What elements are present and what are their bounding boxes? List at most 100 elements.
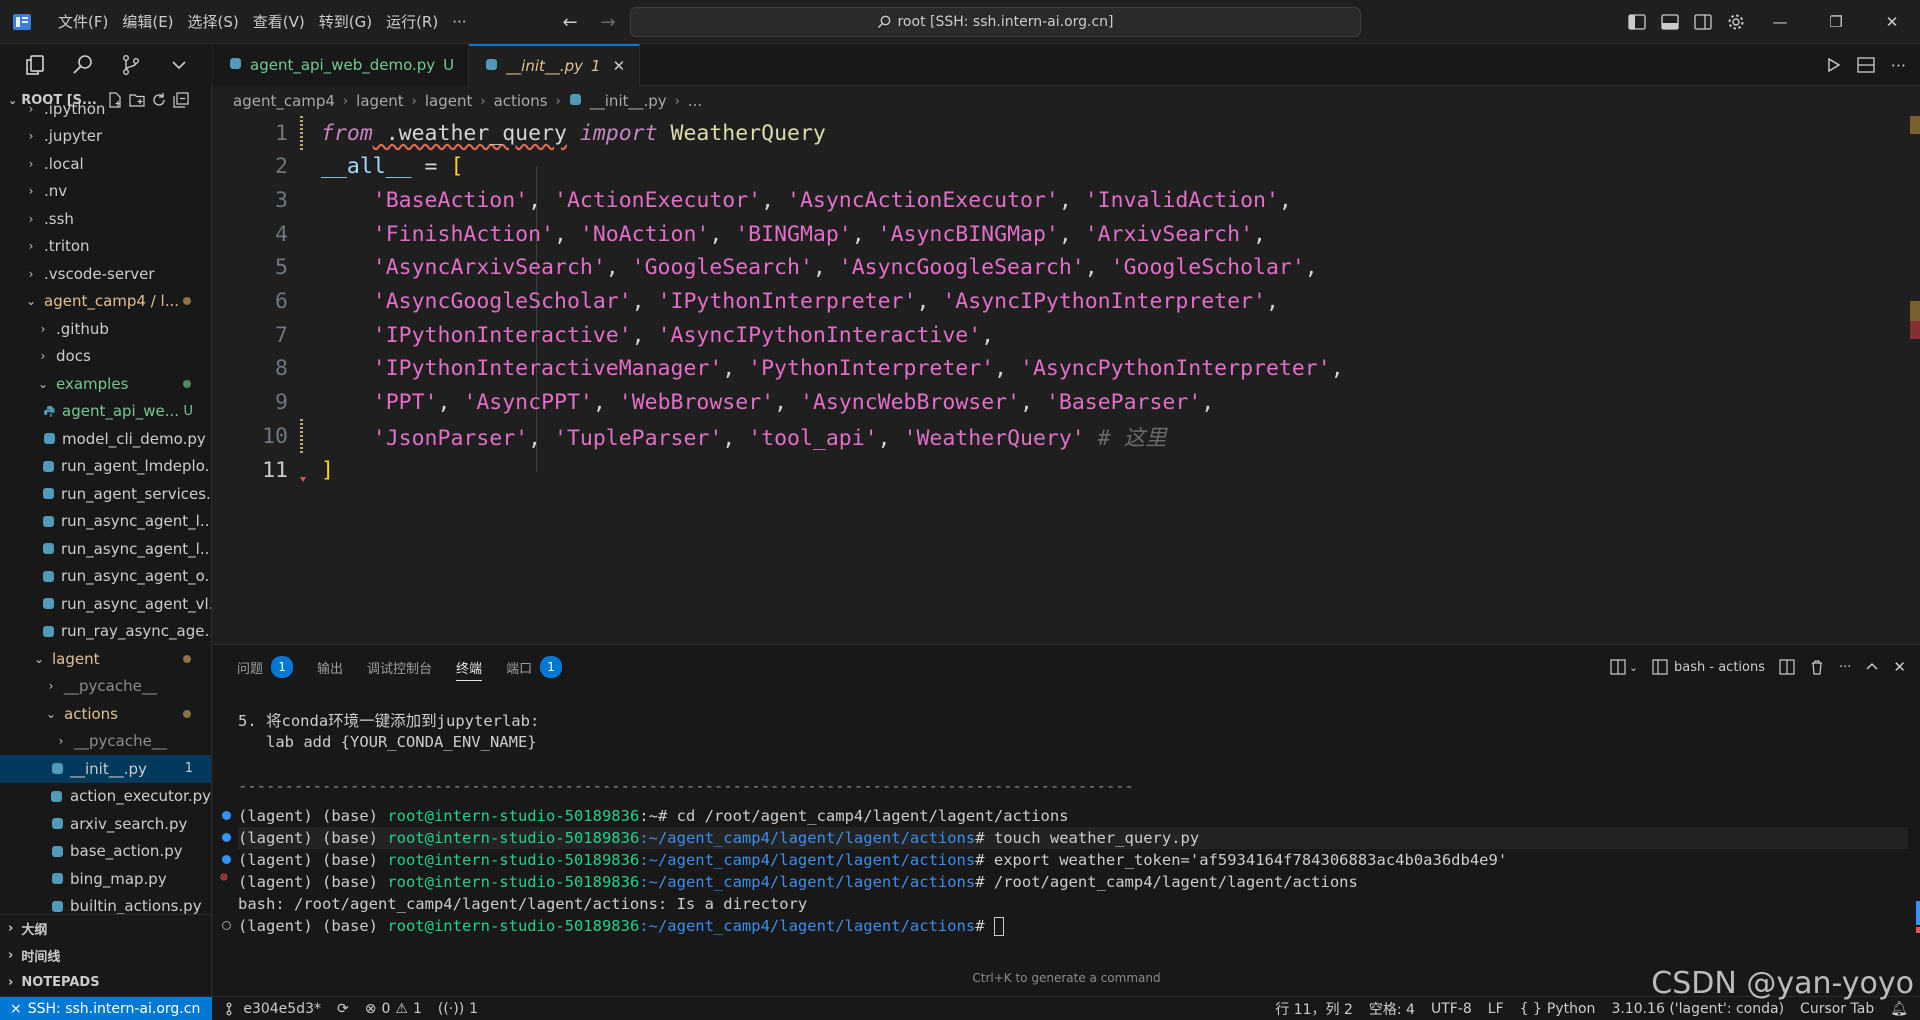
cursor-position[interactable]: 行 11，列 2	[1267, 999, 1361, 1019]
more-actions-icon[interactable]: ···	[1891, 56, 1906, 75]
tree-folder-nv[interactable]: › .nv	[0, 178, 211, 206]
cursor-tab[interactable]: Cursor Tab	[1792, 1001, 1882, 1017]
git-branch[interactable]: e304e5d3*	[218, 1001, 329, 1017]
close-window-button[interactable]: ✕	[1864, 0, 1920, 44]
command-text: # export weather_token='af5934164f784306…	[975, 851, 1508, 869]
tree-folder-pycache[interactable]: › __pycache__	[0, 673, 211, 701]
menu-more[interactable]: ···	[445, 7, 473, 37]
menu-view[interactable]: 查看(V)	[246, 7, 312, 37]
tree-folder-actions-pycache[interactable]: › __pycache__	[0, 728, 211, 756]
tree-folder-triton[interactable]: › .triton	[0, 233, 211, 261]
overview-ruler[interactable]	[1906, 116, 1920, 644]
app-logo-icon	[11, 11, 33, 33]
restore-button[interactable]: ❐	[1808, 0, 1864, 44]
section-outline[interactable]: › 大纲	[0, 915, 211, 942]
env-prefix: (lagent) (base)	[238, 917, 388, 935]
tree-file-run-async-agent-o[interactable]: run_async_agent_o...	[0, 563, 211, 591]
notifications[interactable]: 🔔︎	[1882, 1001, 1920, 1017]
tree-folder-ssh[interactable]: › .ssh	[0, 205, 211, 233]
gear-icon[interactable]	[1720, 6, 1752, 38]
code-editor[interactable]: 1 from .weather_query import WeatherQuer…	[213, 116, 1920, 644]
tree-file-run-async-agent-l2[interactable]: run_async_agent_l...	[0, 535, 211, 563]
ports-indicator[interactable]: ((·)) 1	[430, 1001, 486, 1017]
maximize-panel-icon[interactable]	[1865, 660, 1879, 674]
tree-file-arxiv-search[interactable]: arxiv_search.py	[0, 810, 211, 838]
tab-terminal[interactable]: 终端	[456, 645, 483, 689]
toggle-primary-sidebar-icon[interactable]	[1621, 6, 1653, 38]
breadcrumb-item[interactable]: actions	[494, 92, 548, 110]
indentation[interactable]: 空格: 4	[1361, 999, 1423, 1019]
section-notepads[interactable]: › NOTEPADS	[0, 969, 211, 996]
forward-arrow-icon[interactable]: →	[594, 8, 622, 36]
run-icon[interactable]	[1825, 57, 1841, 73]
tree-file-run-agent-lmdeploy[interactable]: run_agent_lmdeplo...	[0, 453, 211, 481]
python-interpreter[interactable]: 3.10.16 ('lagent': conda)	[1603, 1001, 1792, 1017]
more-actions-icon[interactable]: ···	[1839, 660, 1851, 675]
tree-folder-docs[interactable]: › docs	[0, 343, 211, 371]
breadcrumb-item[interactable]: lagent	[425, 92, 473, 110]
menu-run[interactable]: 运行(R)	[379, 7, 445, 37]
tree-folder-actions[interactable]: ⌄ actions	[0, 700, 211, 728]
string-literal: 'JsonParser'	[372, 425, 529, 451]
search-icon[interactable]	[70, 52, 96, 78]
source-control-icon[interactable]	[118, 52, 144, 78]
warning-icon: ⚠	[395, 1000, 408, 1017]
tree-folder-jupyter[interactable]: › .jupyter	[0, 123, 211, 151]
tree-folder-ipython[interactable]: › .ipython	[0, 95, 211, 123]
breadcrumb-item[interactable]: ...	[688, 92, 702, 110]
minimize-button[interactable]: —	[1752, 0, 1808, 44]
remote-indicator[interactable]: ⨯ SSH: ssh.intern-ai.org.cn	[0, 996, 213, 1020]
tab-output[interactable]: 输出	[317, 645, 343, 689]
tree-file-base-action[interactable]: base_action.py	[0, 838, 211, 866]
tab-ports[interactable]: 端口 1	[506, 645, 563, 689]
tree-file-agent-api-web[interactable]: agent_api_we... U	[0, 398, 211, 426]
problems-indicator[interactable]: ⊗ 0 ⚠ 1	[357, 1001, 430, 1017]
tree-folder-agent-camp4[interactable]: ⌄ agent_camp4 / l...	[0, 288, 211, 316]
tree-folder-local[interactable]: › .local	[0, 150, 211, 178]
split-terminal-icon[interactable]	[1779, 659, 1795, 675]
tab-problems[interactable]: 问题 1	[237, 645, 294, 689]
tree-file-model-cli-demo[interactable]: model_cli_demo.py	[0, 425, 211, 453]
close-panel-icon[interactable]: ✕	[1893, 658, 1906, 676]
new-terminal-split-icon[interactable]: ⌄	[1610, 659, 1638, 675]
menu-selection[interactable]: 选择(S)	[181, 7, 246, 37]
command-center-search[interactable]: root [SSH: ssh.intern-ai.org.cn]	[630, 7, 1361, 37]
section-timeline[interactable]: › 时间线	[0, 942, 211, 969]
tree-file-init-py[interactable]: __init__.py 1	[0, 755, 211, 783]
language-mode[interactable]: { } Python	[1512, 1001, 1604, 1017]
tree-file-run-agent-services[interactable]: run_agent_services....	[0, 480, 211, 508]
back-arrow-icon[interactable]: ←	[556, 8, 584, 36]
python-file-icon	[50, 844, 64, 858]
encoding[interactable]: UTF-8	[1423, 1001, 1480, 1017]
chevron-down-icon[interactable]	[166, 52, 192, 78]
breadcrumb-item[interactable]: lagent	[356, 92, 404, 110]
tree-file-run-ray-async[interactable]: run_ray_async_age...	[0, 618, 211, 646]
tree-file-bing-map[interactable]: bing_map.py	[0, 865, 211, 893]
menu-go[interactable]: 转到(G)	[312, 7, 379, 37]
breadcrumb-item[interactable]: __init__.py	[590, 92, 667, 110]
tree-file-action-executor[interactable]: action_executor.py	[0, 783, 211, 811]
split-editor-icon[interactable]	[1857, 57, 1875, 73]
breadcrumb-item[interactable]: agent_camp4	[233, 92, 335, 110]
explorer-icon[interactable]	[22, 52, 48, 78]
tree-folder-lagent[interactable]: ⌄ lagent	[0, 645, 211, 673]
tree-folder-github[interactable]: › .github	[0, 315, 211, 343]
terminal-output[interactable]: 5. 将conda环境一键添加到jupyterlab: lab add {YOU…	[213, 709, 1920, 979]
close-icon[interactable]: ✕	[613, 57, 626, 75]
tab-init-py[interactable]: __init__.py 1 ✕	[469, 44, 641, 86]
toggle-secondary-sidebar-icon[interactable]	[1687, 6, 1719, 38]
tab-debug-console[interactable]: 调试控制台	[367, 645, 432, 689]
tree-label: lagent	[52, 649, 100, 668]
menu-edit[interactable]: 编辑(E)	[115, 7, 180, 37]
toggle-panel-icon[interactable]	[1654, 6, 1686, 38]
tree-file-run-async-agent-vl[interactable]: run_async_agent_vl...	[0, 590, 211, 618]
tree-folder-examples[interactable]: ⌄ examples	[0, 370, 211, 398]
terminal-selector[interactable]: bash - actions	[1652, 659, 1765, 675]
sync-button[interactable]: ⟳	[329, 1001, 357, 1017]
tab-agent-api-web-demo[interactable]: agent_api_web_demo.py U	[213, 44, 470, 86]
tree-file-run-async-agent-l1[interactable]: run_async_agent_l...	[0, 508, 211, 536]
trash-icon[interactable]	[1809, 659, 1825, 675]
menu-file[interactable]: 文件(F)	[51, 7, 115, 37]
tree-folder-vscode-server[interactable]: › .vscode-server	[0, 260, 211, 288]
end-of-line[interactable]: LF	[1480, 1001, 1512, 1017]
